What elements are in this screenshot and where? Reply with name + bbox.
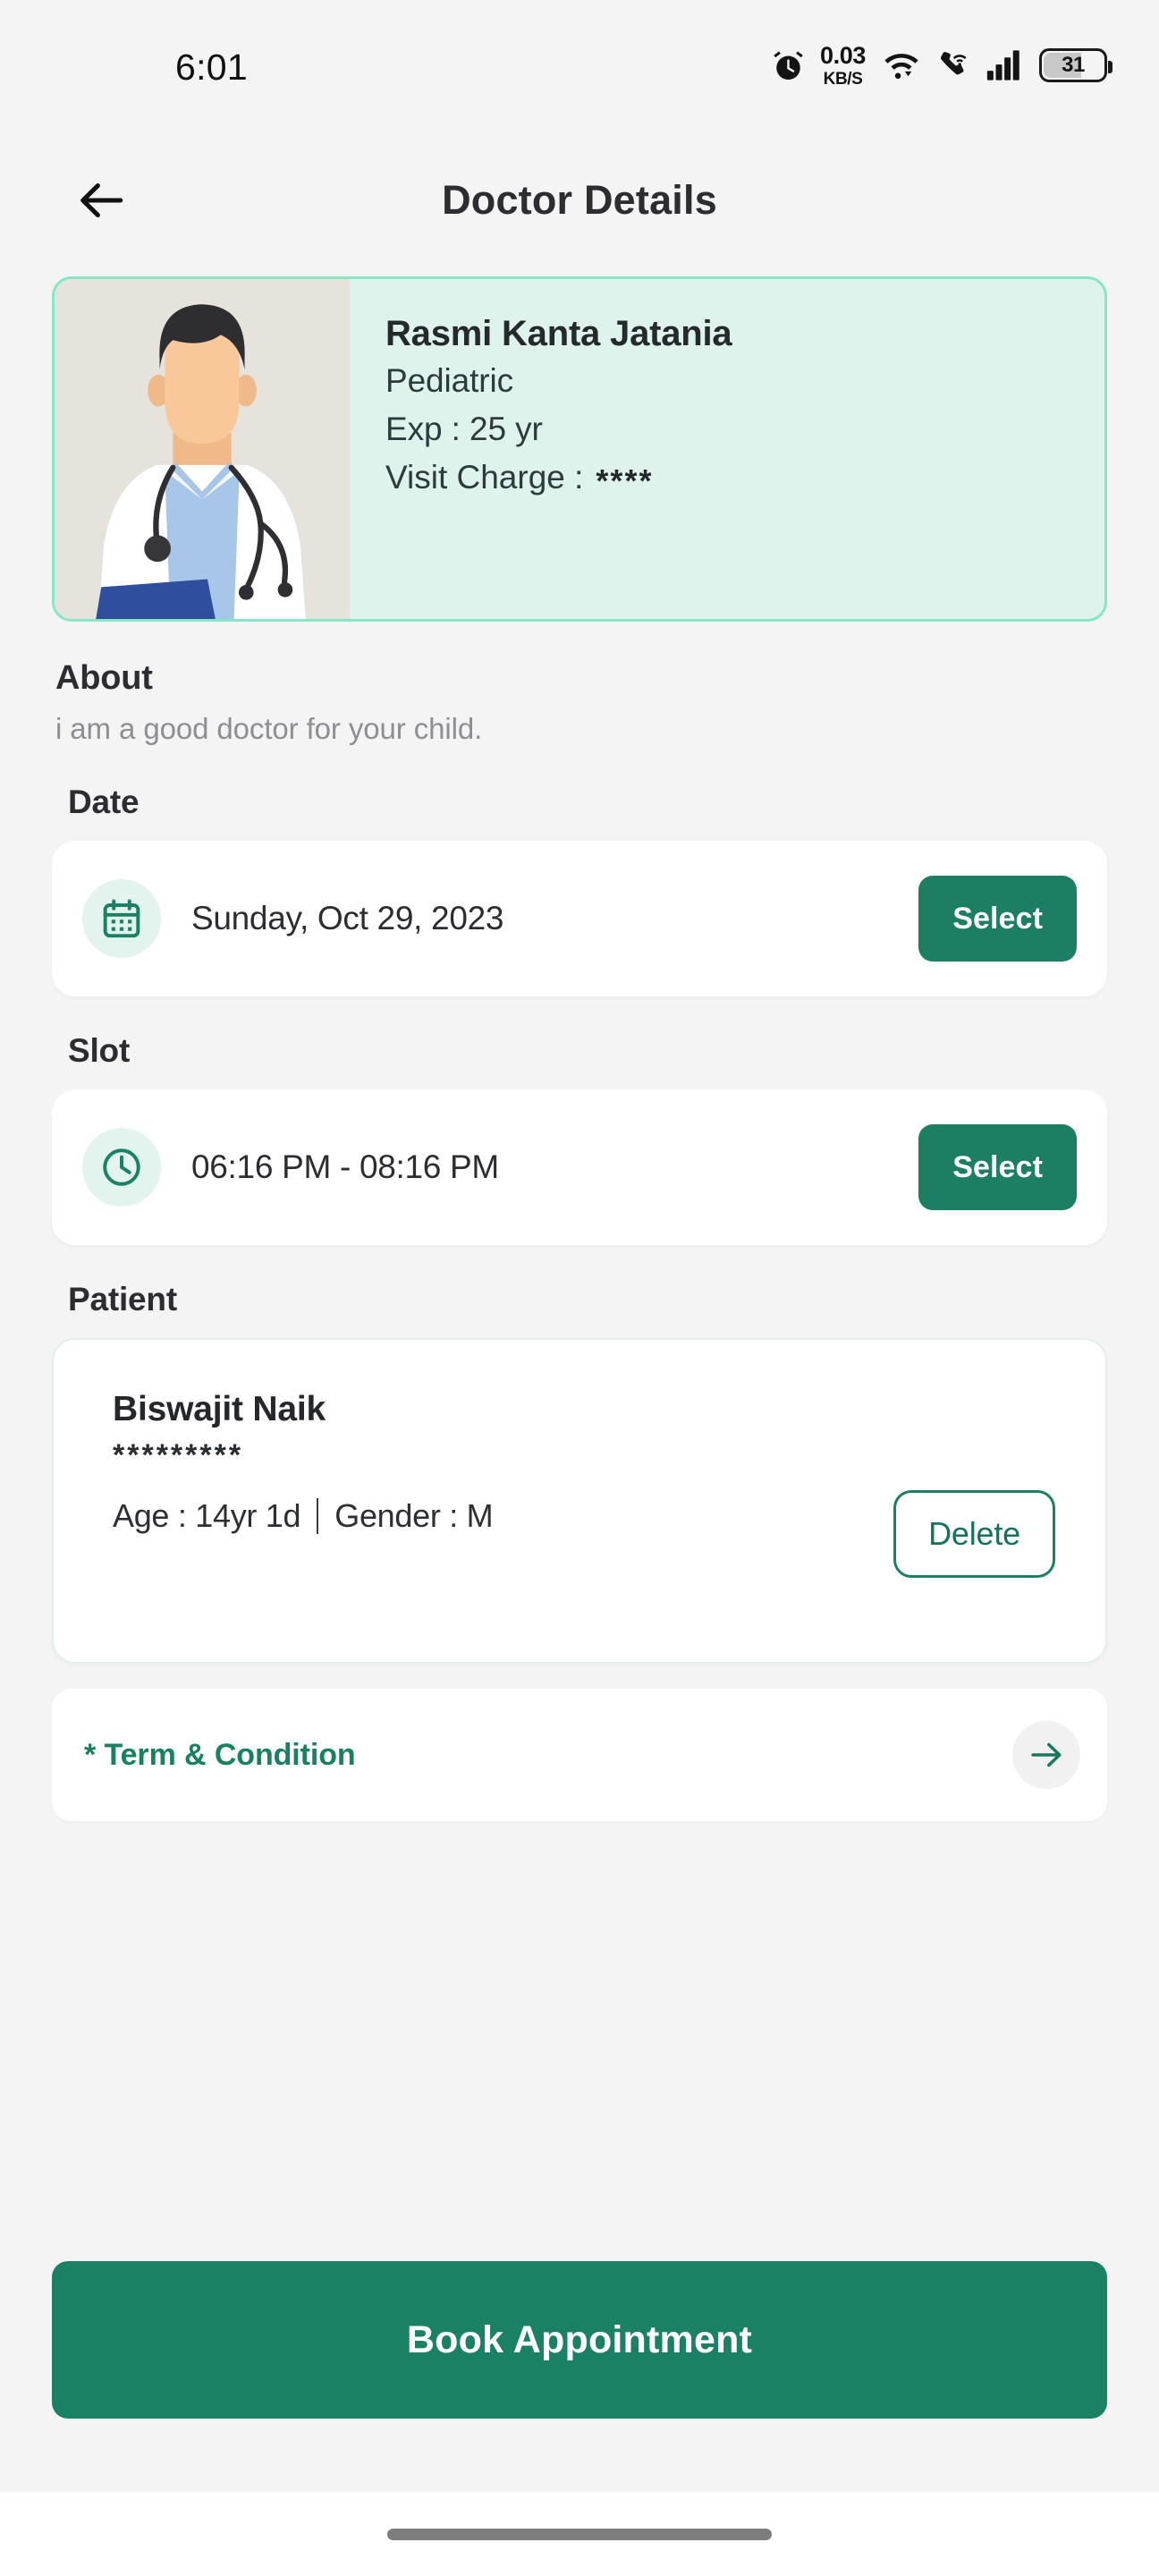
back-button[interactable] (70, 169, 132, 232)
patient-masked-value: ********* (113, 1438, 244, 1472)
gesture-home-handle[interactable] (387, 2528, 772, 2540)
system-navigation-bar (0, 2492, 1159, 2576)
doctor-summary-card[interactable]: Rasmi Kanta Jatania Pediatric Exp : 25 y… (52, 276, 1107, 622)
calendar-icon (82, 879, 161, 958)
date-section: Date Sunday, Oct 29, 2023 Select (52, 784, 1107, 996)
patient-card[interactable]: Biswajit Naik ********* Age : 14yr 1d Ge… (52, 1338, 1107, 1664)
doctor-experience: Exp : 25 yr (385, 411, 543, 448)
patient-gender: Gender : M (334, 1497, 494, 1534)
battery-icon: 31 (1039, 48, 1112, 82)
arrow-left-icon (75, 174, 127, 226)
slot-section: Slot 06:16 PM - 08:16 PM Select (52, 1032, 1107, 1245)
battery-level-label: 31 (1062, 53, 1085, 77)
doctor-info: Rasmi Kanta Jatania Pediatric Exp : 25 y… (350, 279, 1104, 619)
about-section: About i am a good doctor for your child. (52, 659, 1107, 746)
status-bar-icons: 0.03 KB/S 31 (772, 41, 1112, 89)
cellular-signal-icon (986, 49, 1024, 81)
primary-action-bar: Book Appointment (52, 2261, 1107, 2419)
patient-section-label: Patient (68, 1281, 177, 1318)
doctor-details-screen: 6:01 0.03 KB/S 31 Doctor Details Rasmi K… (0, 0, 1159, 2576)
meta-divider (317, 1498, 319, 1534)
page-title: Doctor Details (442, 177, 717, 223)
network-speed-value: 0.03 (820, 41, 866, 69)
doctor-photo (55, 279, 350, 619)
patient-delete-button[interactable]: Delete (893, 1490, 1055, 1578)
date-section-label: Date (68, 784, 140, 820)
patient-section: Patient Biswajit Naik ********* Age : 14… (52, 1281, 1107, 1664)
clock-icon (82, 1128, 161, 1207)
vowifi-call-icon (935, 49, 971, 81)
terms-and-conditions-row[interactable]: * Term & Condition (52, 1689, 1107, 1821)
patient-name: Biswajit Naik (113, 1390, 326, 1428)
status-bar-clock: 6:01 (175, 47, 248, 88)
doctor-name: Rasmi Kanta Jatania (385, 314, 732, 353)
slot-picker-card[interactable]: 06:16 PM - 08:16 PM Select (52, 1089, 1107, 1245)
date-select-button[interactable]: Select (918, 876, 1077, 962)
selected-date-value: Sunday, Oct 29, 2023 (191, 900, 504, 936)
doctor-visit-charge: Visit Charge : **** (385, 456, 1104, 499)
terms-label: * Term & Condition (84, 1737, 356, 1772)
book-appointment-button[interactable]: Book Appointment (52, 2261, 1107, 2419)
status-bar: 6:01 0.03 KB/S 31 (0, 0, 1159, 134)
about-heading: About (55, 659, 153, 697)
doctor-illustration-icon (55, 279, 349, 619)
arrow-right-icon[interactable] (1012, 1721, 1080, 1789)
doctor-specialty: Pediatric (385, 362, 514, 399)
patient-age: Age : 14yr 1d (113, 1497, 301, 1534)
about-description: i am a good doctor for your child. (55, 712, 483, 745)
date-picker-card[interactable]: Sunday, Oct 29, 2023 Select (52, 841, 1107, 996)
selected-slot-value: 06:16 PM - 08:16 PM (191, 1148, 499, 1185)
visit-charge-value: **** (596, 462, 654, 500)
wifi-icon (883, 49, 920, 81)
network-speed-indicator: 0.03 KB/S (820, 41, 866, 89)
network-speed-unit: KB/S (823, 69, 863, 89)
main-content: Rasmi Kanta Jatania Pediatric Exp : 25 y… (0, 267, 1159, 2492)
visit-charge-label: Visit Charge : (385, 459, 584, 496)
slot-select-button[interactable]: Select (918, 1124, 1077, 1210)
slot-section-label: Slot (68, 1032, 131, 1069)
app-bar: Doctor Details (0, 134, 1159, 267)
alarm-icon (772, 49, 805, 82)
